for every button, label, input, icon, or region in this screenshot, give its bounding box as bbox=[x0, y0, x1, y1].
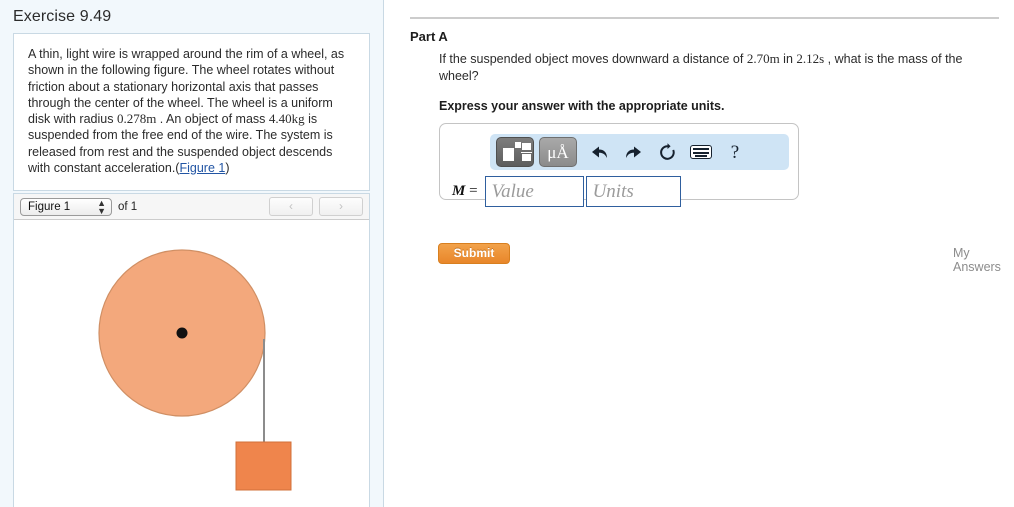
problem-text-4: ) bbox=[225, 161, 230, 176]
undo-button[interactable] bbox=[582, 137, 616, 167]
answer-variable-symbol: M bbox=[452, 183, 466, 199]
units-icon-label: μÅ bbox=[547, 142, 569, 162]
distance-value: 2.70m bbox=[746, 51, 780, 66]
answer-input-row: M = bbox=[452, 176, 681, 207]
answer-units-input[interactable] bbox=[585, 176, 681, 207]
help-icon: ? bbox=[730, 141, 740, 163]
part-title: Part A bbox=[410, 29, 448, 44]
problem-text-2: . An object of mass bbox=[156, 112, 269, 127]
reset-button[interactable] bbox=[650, 137, 684, 167]
redo-icon bbox=[625, 146, 641, 158]
figure-panel: Figure 1 ▲ ▼ of 1 ‹ › bbox=[13, 193, 370, 507]
problem-statement-box: A thin, light wire is wrapped around the… bbox=[13, 33, 370, 192]
question-text-1: If the suspended object moves downward a… bbox=[439, 52, 747, 66]
question-text: If the suspended object moves downward a… bbox=[439, 50, 997, 85]
help-button[interactable]: ? bbox=[718, 137, 752, 167]
figure-count-label: of 1 bbox=[118, 200, 138, 213]
answer-toolbar: μÅ ? bbox=[490, 134, 789, 170]
answer-entry-box: μÅ ? M = Value Units bbox=[439, 123, 799, 207]
question-text-2: in bbox=[779, 52, 797, 66]
figure-canvas bbox=[14, 220, 369, 507]
figure-toolbar: Figure 1 ▲ ▼ of 1 ‹ › bbox=[14, 194, 369, 220]
divider bbox=[410, 17, 999, 19]
exercise-page: Exercise 9.49 A thin, light wire is wrap… bbox=[0, 0, 1014, 507]
units-button[interactable]: μÅ bbox=[539, 137, 577, 167]
axle-dot-icon bbox=[176, 327, 188, 339]
time-value: 2.12s bbox=[796, 51, 825, 66]
figure-1-link[interactable]: Figure 1 bbox=[179, 161, 225, 175]
figure-nav: ‹ › bbox=[269, 197, 363, 216]
math-template-button[interactable] bbox=[496, 137, 534, 167]
my-answers-link[interactable]: My Answers bbox=[953, 246, 1014, 274]
keyboard-button[interactable] bbox=[684, 137, 718, 167]
redo-button[interactable] bbox=[616, 137, 650, 167]
math-template-icon bbox=[503, 142, 532, 162]
suspended-block bbox=[235, 441, 292, 491]
undo-icon bbox=[591, 146, 607, 158]
page-title: Exercise 9.49 bbox=[13, 8, 112, 25]
reset-icon bbox=[659, 142, 675, 160]
answer-panel: Part A If the suspended object moves dow… bbox=[385, 0, 1014, 507]
mass-value: 4.40kg bbox=[268, 111, 305, 127]
wheel-and-block-diagram bbox=[98, 249, 292, 491]
answer-instruction: Express your answer with the appropriate… bbox=[439, 99, 725, 113]
answer-equals-sign: = bbox=[469, 183, 478, 199]
keyboard-icon bbox=[690, 145, 712, 159]
answer-variable-label: M = bbox=[452, 183, 478, 200]
answer-value-input[interactable] bbox=[484, 176, 584, 207]
prev-figure-button[interactable]: ‹ bbox=[269, 197, 313, 216]
radius-value: 0.278m bbox=[116, 111, 157, 127]
next-figure-button[interactable]: › bbox=[319, 197, 363, 216]
problem-statement: A thin, light wire is wrapped around the… bbox=[28, 46, 355, 176]
figure-select-wrapper: Figure 1 ▲ ▼ bbox=[20, 197, 112, 216]
figure-select[interactable]: Figure 1 bbox=[20, 197, 112, 216]
problem-panel: Exercise 9.49 A thin, light wire is wrap… bbox=[0, 0, 384, 507]
submit-button[interactable]: Submit bbox=[438, 243, 510, 264]
